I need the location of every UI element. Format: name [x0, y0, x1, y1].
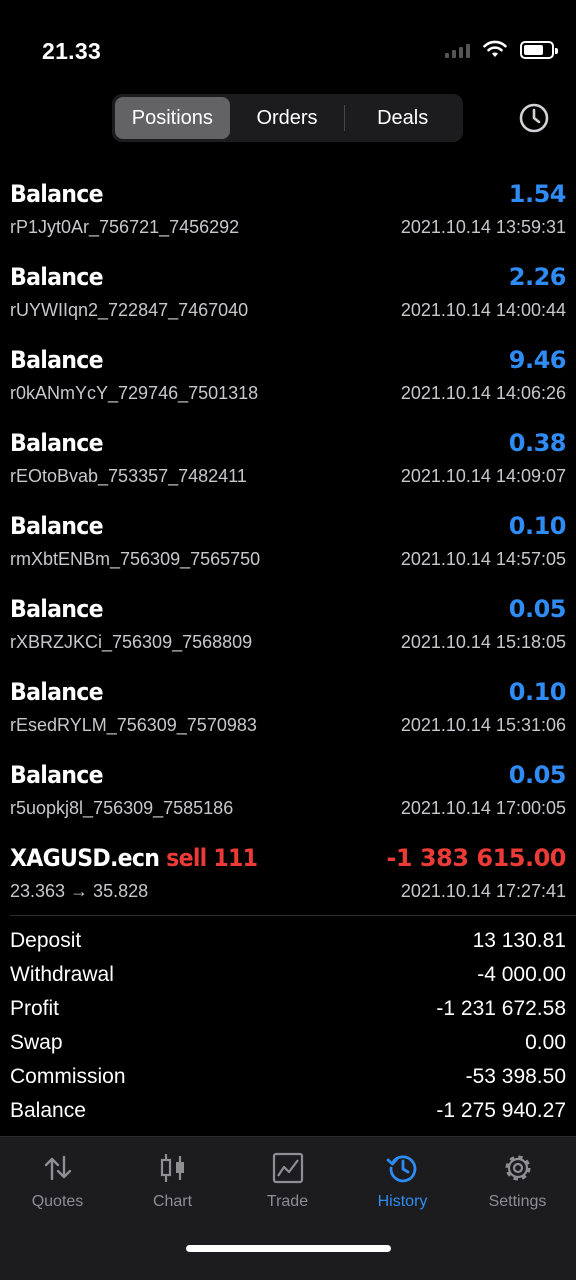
deal-date: 2021.10.14 13:59:31	[400, 217, 566, 237]
deal-amount: 0.05	[508, 761, 567, 789]
trade-list-item[interactable]: XAGUSD.ecn sell 111 -1 383 615.00 23.363…	[0, 834, 576, 917]
account-summary: Deposit 13 130.81 Withdrawal -4 000.00 P…	[0, 924, 576, 1128]
status-time: 21.33	[42, 38, 102, 64]
list-item[interactable]: Balance 0.10 rEsedRYLM_756309_7570983 20…	[0, 668, 576, 751]
tab-label: Trade	[266, 1193, 309, 1210]
deal-amount: 0.38	[508, 429, 567, 457]
tab-label: Chart	[152, 1193, 193, 1210]
list-item[interactable]: Balance 0.10 rmXbtENBm_756309_7565750 20…	[0, 502, 576, 585]
summary-label: Commission	[10, 1065, 126, 1088]
deal-title: Balance	[10, 595, 104, 623]
summary-divider	[10, 915, 576, 916]
deal-date: 2021.10.14 17:00:05	[400, 798, 566, 818]
tab-chart[interactable]: Chart	[115, 1151, 230, 1211]
deal-date: 2021.10.14 14:06:26	[400, 383, 566, 403]
deal-date: 2021.10.14 14:09:07	[400, 466, 566, 486]
deal-list: Balance 1.54 rP1Jyt0Ar_756721_7456292 20…	[0, 170, 576, 917]
trade-side: sell 111	[166, 844, 258, 872]
list-item[interactable]: Balance 1.54 rP1Jyt0Ar_756721_7456292 20…	[0, 170, 576, 253]
list-item[interactable]: Balance 9.46 r0kANmYcY_729746_7501318 20…	[0, 336, 576, 419]
deal-comment: r0kANmYcY_729746_7501318	[10, 383, 259, 403]
trade-date: 2021.10.14 17:27:41	[400, 881, 566, 901]
tab-history[interactable]: History	[345, 1151, 460, 1211]
deal-title: Balance	[10, 512, 104, 540]
deal-title: Balance	[10, 429, 104, 457]
summary-value: -1 275 940.27	[436, 1099, 566, 1122]
deal-comment: rmXbtENBm_756309_7565750	[10, 549, 261, 569]
deal-amount: 0.10	[508, 678, 567, 706]
deal-date: 2021.10.14 14:57:05	[400, 549, 566, 569]
summary-value: 13 130.81	[472, 929, 566, 952]
tab-settings[interactable]: Settings	[460, 1151, 575, 1211]
tab-trade[interactable]: Trade	[230, 1151, 345, 1211]
clock-icon[interactable]	[518, 102, 550, 134]
segment-positions[interactable]: Positions	[115, 97, 230, 139]
summary-label: Balance	[10, 1099, 86, 1122]
deal-title: Balance	[10, 263, 104, 291]
deal-title: Balance	[10, 180, 104, 208]
deal-comment: rP1Jyt0Ar_756721_7456292	[10, 217, 240, 237]
quotes-icon	[44, 1155, 71, 1181]
settings-icon	[505, 1155, 530, 1181]
wifi-icon	[483, 40, 507, 57]
deal-comment: r5uopkj8l_756309_7585186	[10, 798, 234, 818]
trade-symbol: XAGUSD.ecn	[10, 844, 160, 872]
summary-row-commission: Commission -53 398.50	[0, 1060, 576, 1094]
status-bar: 21.33	[0, 0, 576, 96]
deal-amount: 0.10	[508, 512, 567, 540]
trade-amount: -1 383 615.00	[386, 844, 566, 872]
deal-comment: rUYWIIqn2_722847_7467040	[10, 300, 249, 320]
status-icons	[445, 40, 558, 59]
summary-row-deposit: Deposit 13 130.81	[0, 924, 576, 958]
deal-date: 2021.10.14 15:18:05	[400, 632, 566, 652]
deal-amount: 0.05	[508, 595, 567, 623]
tab-quotes[interactable]: Quotes	[0, 1151, 115, 1211]
trade-icon	[272, 1152, 303, 1184]
list-item[interactable]: Balance 0.05 rXBRZJKCi_756309_7568809 20…	[0, 585, 576, 668]
history-icon	[386, 1155, 416, 1183]
segment-orders[interactable]: Orders	[230, 97, 345, 139]
chart-icon	[160, 1154, 184, 1182]
deal-amount: 2.26	[508, 263, 567, 291]
deal-date: 2021.10.14 15:31:06	[400, 715, 566, 735]
summary-row-withdrawal: Withdrawal -4 000.00	[0, 958, 576, 992]
deal-title: Balance	[10, 678, 104, 706]
summary-label: Profit	[10, 997, 60, 1020]
deal-title: Balance	[10, 346, 104, 374]
list-item[interactable]: Balance 0.05 r5uopkj8l_756309_7585186 20…	[0, 751, 576, 834]
summary-value: -53 398.50	[465, 1065, 566, 1088]
deal-title: Balance	[10, 761, 104, 789]
tab-label: History	[377, 1193, 428, 1210]
deal-comment: rXBRZJKCi_756309_7568809	[10, 632, 253, 652]
tab-bar: Quotes Chart Trade History Settings	[0, 1136, 576, 1280]
trade-title: XAGUSD.ecn sell 111	[10, 844, 258, 872]
deal-amount: 9.46	[508, 346, 567, 374]
deal-amount: 1.54	[508, 180, 567, 208]
home-indicator[interactable]	[186, 1245, 391, 1252]
tab-label: Settings	[488, 1193, 547, 1210]
history-segmented-control: Positions Orders Deals	[112, 94, 463, 142]
summary-value: 0.00	[525, 1031, 566, 1054]
summary-row-balance: Balance -1 275 940.27	[0, 1094, 576, 1128]
battery-icon	[520, 40, 558, 59]
tab-label: Quotes	[31, 1193, 84, 1210]
deal-date: 2021.10.14 14:00:44	[400, 300, 566, 320]
deal-comment: rEOtoBvab_753357_7482411	[10, 466, 247, 486]
summary-label: Swap	[10, 1031, 63, 1054]
summary-row-swap: Swap 0.00	[0, 1026, 576, 1060]
summary-label: Deposit	[10, 929, 82, 952]
deal-comment: rEsedRYLM_756309_7570983	[10, 715, 257, 735]
summary-value: -1 231 672.58	[436, 997, 566, 1020]
list-item[interactable]: Balance 0.38 rEOtoBvab_753357_7482411 20…	[0, 419, 576, 502]
summary-row-profit: Profit -1 231 672.58	[0, 992, 576, 1026]
segment-deals[interactable]: Deals	[345, 97, 460, 139]
list-item[interactable]: Balance 2.26 rUYWIIqn2_722847_7467040 20…	[0, 253, 576, 336]
cellular-signal-icon	[445, 42, 470, 58]
summary-value: -4 000.00	[477, 963, 566, 986]
summary-label: Withdrawal	[10, 963, 114, 986]
trade-prices: 23.363 → 35.828	[10, 881, 149, 901]
